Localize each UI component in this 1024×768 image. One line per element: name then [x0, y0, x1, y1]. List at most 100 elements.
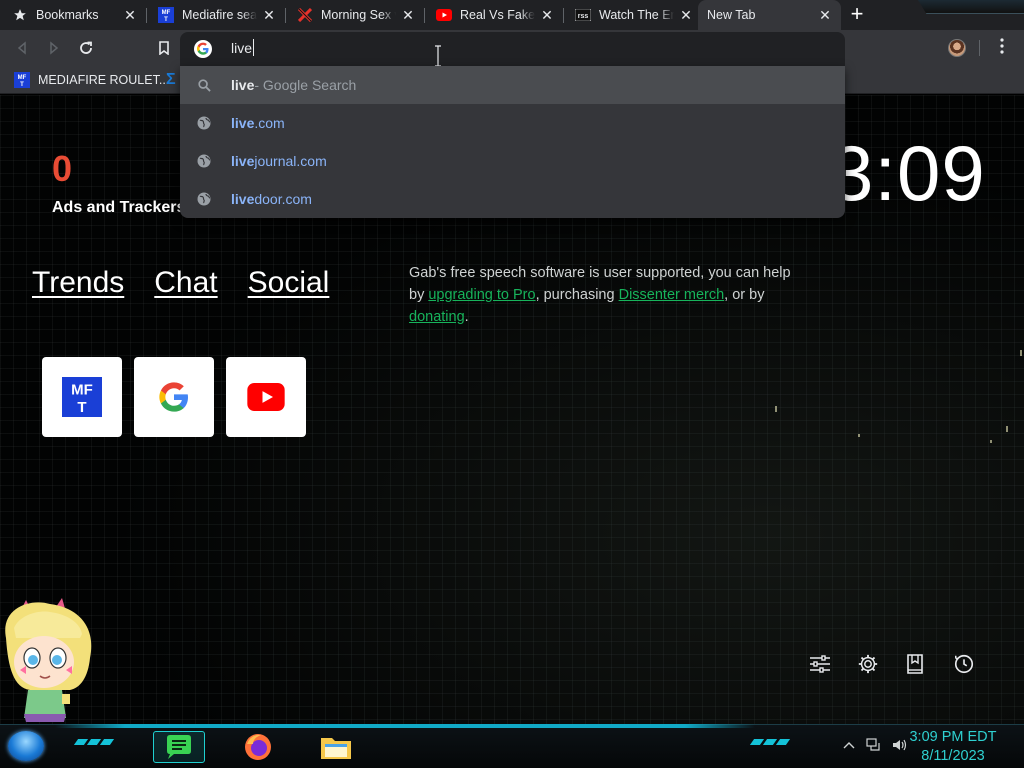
tab-morning[interactable]: Morning Sex with ✕ — [285, 0, 424, 30]
bookmark-overflow-icon[interactable]: Σ — [166, 71, 176, 89]
social-link[interactable]: Social — [248, 266, 330, 300]
close-icon[interactable]: ✕ — [400, 7, 416, 23]
trends-link[interactable]: Trends — [32, 266, 124, 300]
network-icon[interactable] — [866, 738, 882, 752]
window-controls[interactable] — [918, 0, 1024, 14]
x-icon — [297, 7, 313, 23]
svg-text:T: T — [20, 82, 24, 88]
taskbar-decoration — [73, 739, 115, 745]
nav-links: Trends Chat Social — [32, 266, 329, 300]
upgrade-pro-link[interactable]: upgrading to Pro — [428, 287, 535, 303]
youtube-icon — [436, 7, 452, 23]
cartoon-mascot — [5, 598, 92, 722]
youtube-icon — [247, 383, 285, 411]
tab-title: Real Vs Fake Co — [460, 8, 535, 22]
firefox-icon — [245, 734, 271, 760]
close-icon[interactable]: ✕ — [122, 7, 138, 23]
bookmark-label: MEDIAFIRE ROULET... — [38, 73, 170, 87]
tracker-count: 0 — [52, 148, 73, 189]
start-button[interactable] — [8, 731, 44, 761]
google-tile[interactable] — [134, 357, 214, 437]
taskbar-decoration — [749, 739, 791, 745]
forward-icon[interactable] — [42, 36, 66, 60]
background-sparkle — [1006, 426, 1008, 432]
tab-strip: Bookmarks ✕ MFT Mediafire search ✕ Morni… — [0, 0, 1024, 30]
text-caret — [253, 39, 254, 56]
globe-icon — [196, 115, 212, 131]
chat-bubble-icon — [167, 735, 191, 759]
system-tray — [842, 738, 908, 752]
bookmark-icon[interactable] — [152, 36, 176, 60]
taskbar-clock[interactable]: 3:09 PM EDT 8/11/2023 — [905, 728, 1001, 766]
taskbar-notes-app[interactable] — [153, 731, 205, 763]
suggestion-google-search[interactable]: live - Google Search — [180, 66, 845, 104]
dissenter-merch-link[interactable]: Dissenter merch — [619, 287, 725, 303]
book-icon[interactable] — [904, 652, 928, 676]
rss-icon: rss — [575, 7, 591, 23]
menu-icon[interactable] — [992, 38, 1012, 58]
star-icon — [12, 7, 28, 23]
mft-icon: MFT — [14, 72, 30, 88]
sliders-icon[interactable] — [808, 652, 832, 676]
google-g-icon — [194, 40, 212, 58]
svg-text:rss: rss — [578, 13, 589, 20]
background-sparkle — [775, 406, 777, 412]
bookmark-mediafire-roulette[interactable]: MF T MEDIAFIRE ROULET... — [14, 70, 169, 90]
omnibox-suggestions: live - Google Search live .com live journa… — [180, 66, 845, 218]
youtube-tile[interactable] — [226, 357, 306, 437]
suggestion-match: live — [231, 191, 255, 207]
address-input[interactable]: live — [231, 40, 252, 56]
close-icon[interactable]: ✕ — [261, 7, 277, 23]
history-icon[interactable] — [952, 652, 976, 676]
close-icon[interactable]: ✕ — [817, 7, 833, 23]
globe-icon — [196, 191, 212, 207]
tab-new-tab[interactable]: New Tab ✕ — [698, 0, 841, 30]
chat-link[interactable]: Chat — [154, 266, 217, 300]
gear-icon[interactable] — [856, 652, 880, 676]
suggestion-match: live — [231, 77, 255, 93]
reload-icon[interactable] — [74, 36, 98, 60]
suggestion-match: live — [231, 115, 255, 131]
svg-text:T: T — [164, 17, 168, 23]
suggestion-url[interactable]: live .com — [180, 104, 845, 142]
profile-avatar[interactable] — [948, 39, 966, 57]
ibeam-cursor-icon — [435, 45, 441, 67]
new-tab-button[interactable]: + — [846, 3, 868, 26]
search-icon — [196, 77, 212, 93]
suggestion-url[interactable]: live journal.com — [180, 142, 845, 180]
background-sparkle — [1020, 350, 1022, 356]
tab-bookmarks[interactable]: Bookmarks ✕ — [0, 0, 146, 30]
suggestion-url[interactable]: live door.com — [180, 180, 845, 218]
tab-real-vs-fake[interactable]: Real Vs Fake Co ✕ — [424, 0, 563, 30]
page-bottom-icons — [808, 652, 976, 676]
tab-watch-eric[interactable]: rss Watch The Eric ✕ — [563, 0, 702, 30]
taskbar-firefox[interactable] — [232, 731, 284, 763]
tab-title: Morning Sex with — [321, 8, 396, 22]
close-icon[interactable]: ✕ — [678, 7, 694, 23]
mft-icon: MFT — [62, 377, 102, 417]
close-icon[interactable]: ✕ — [539, 7, 555, 23]
mediafire-tile[interactable]: MF T — [42, 357, 122, 437]
gab-support-message: Gab's free speech software is user suppo… — [409, 262, 809, 328]
svg-text:MF: MF — [162, 10, 171, 16]
taskbar-file-explorer[interactable] — [310, 731, 362, 763]
shortcut-tiles: MF T — [42, 357, 306, 437]
donating-link[interactable]: donating — [409, 309, 465, 325]
tab-title: Mediafire search — [182, 8, 257, 22]
gab-text: . — [464, 309, 469, 325]
svg-text:MF: MF — [18, 75, 27, 81]
suggestion-rest: .com — [254, 115, 285, 131]
tab-mediafire-search[interactable]: MFT Mediafire search ✕ — [146, 0, 285, 30]
tracker-label: Ads and Trackers — [52, 199, 186, 216]
globe-icon — [196, 153, 212, 169]
chevron-up-icon[interactable] — [842, 738, 856, 752]
address-bar[interactable]: live — [180, 32, 845, 67]
taskbar-time: 3:09 PM EDT — [909, 729, 997, 745]
tab-title: Watch The Eric — [599, 8, 674, 22]
back-icon[interactable] — [10, 36, 34, 60]
gab-text: , purchasing — [535, 287, 619, 303]
tab-title: Bookmarks — [36, 8, 99, 22]
tab-title: New Tab — [707, 8, 756, 22]
clock: 3:09 — [830, 129, 986, 217]
toolbar-divider — [979, 40, 980, 56]
